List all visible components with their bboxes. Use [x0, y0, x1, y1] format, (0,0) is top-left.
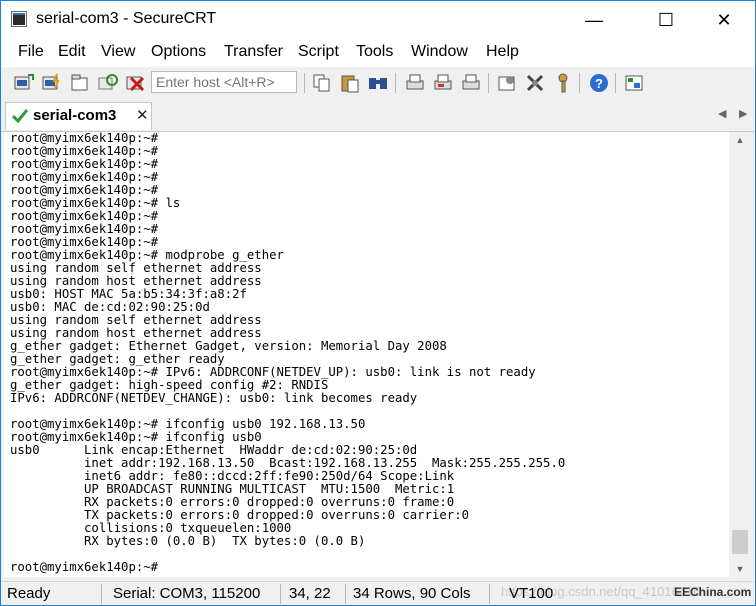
toolbar-divider: [304, 73, 305, 93]
menu-transfer[interactable]: Transfer: [224, 43, 283, 61]
menu-script[interactable]: Script: [298, 43, 339, 61]
toolbar-divider: [615, 73, 616, 93]
terminal-output[interactable]: root@myimx6ek140p:~# root@myimx6ek140p:~#…: [4, 132, 729, 577]
status-bar: Ready Serial: COM3, 115200 34, 22 34 Row…: [1, 581, 755, 605]
securecrt-app-icon: [11, 11, 27, 27]
connect-in-tab-icon[interactable]: [69, 72, 91, 94]
maximize-button[interactable]: ☐: [643, 1, 689, 39]
title-bar: serial-com3 - SecureCRT — ☐ ✕: [1, 1, 755, 39]
minimize-button[interactable]: —: [571, 1, 617, 39]
status-divider: [489, 584, 490, 604]
tab-scroll-left-icon[interactable]: ◀: [718, 107, 726, 120]
reconnect-icon[interactable]: [97, 72, 119, 94]
menu-file[interactable]: File: [18, 43, 44, 61]
status-divider: [345, 584, 346, 604]
print-icon[interactable]: [404, 72, 426, 94]
terminal-text: root@myimx6ek140p:~# root@myimx6ek140p:~#…: [10, 132, 565, 574]
menu-bar: File Edit View Options Transfer Script T…: [1, 39, 755, 67]
status-divider: [280, 584, 281, 604]
quick-connect-icon[interactable]: [41, 72, 63, 94]
status-divider: [101, 584, 102, 604]
svg-text:?: ?: [595, 76, 603, 91]
menu-options[interactable]: Options: [151, 43, 206, 61]
close-tab-icon[interactable]: ✕: [136, 106, 149, 124]
menu-edit[interactable]: Edit: [58, 43, 86, 61]
close-window-button[interactable]: ✕: [701, 1, 747, 39]
map-icon[interactable]: [623, 72, 645, 94]
securecrt-window: serial-com3 - SecureCRT — ☐ ✕ File Edit …: [0, 0, 756, 606]
terminal-line: IPv6: ADDRCONF(NETDEV_CHANGE): usb0: lin…: [10, 391, 418, 405]
copy-icon[interactable]: [311, 72, 333, 94]
menu-window[interactable]: Window: [411, 43, 468, 61]
print-setup-icon[interactable]: [460, 72, 482, 94]
status-size: 34 Rows, 90 Cols: [353, 585, 471, 602]
toolbar-divider: [488, 73, 489, 93]
toolbar-divider: [395, 73, 396, 93]
scroll-down-icon[interactable]: ▼: [730, 561, 750, 577]
menu-help[interactable]: Help: [486, 43, 519, 61]
paste-icon[interactable]: [339, 72, 361, 94]
connected-check-icon: [11, 108, 29, 129]
terminal-line: RX bytes:0 (0.0 B) TX bytes:0 (0.0 B): [10, 534, 366, 548]
toolbar: ?: [1, 67, 755, 100]
menu-tools[interactable]: Tools: [356, 43, 393, 61]
toolbar-divider: [579, 73, 580, 93]
enter-host-input[interactable]: [151, 71, 297, 93]
menu-view[interactable]: View: [101, 43, 135, 61]
key-manager-icon[interactable]: [552, 72, 574, 94]
tab-serial-com3[interactable]: serial-com3 ✕: [5, 102, 152, 130]
tab-scroll-right-icon[interactable]: ▶: [739, 107, 747, 120]
watermark-logo: EEChina.com: [674, 585, 752, 599]
terminal-line: root@myimx6ek140p:~#: [10, 560, 159, 574]
terminal-scrollbar[interactable]: ▲ ▼: [730, 132, 750, 577]
window-title: serial-com3 - SecureCRT: [36, 10, 217, 27]
scroll-up-icon[interactable]: ▲: [730, 132, 750, 148]
status-cursor-position: 34, 22: [289, 585, 331, 602]
tab-label: serial-com3: [33, 107, 117, 124]
status-connection: Serial: COM3, 115200: [113, 585, 261, 602]
scroll-thumb[interactable]: [732, 530, 748, 554]
disconnect-icon[interactable]: [125, 72, 147, 94]
global-options-icon[interactable]: [524, 72, 546, 94]
session-options-icon[interactable]: [496, 72, 518, 94]
connect-icon[interactable]: [13, 72, 35, 94]
session-tab-strip: serial-com3 ✕ ◀ ▶: [1, 99, 755, 132]
status-terminal-type: VT100: [509, 585, 554, 602]
print-selection-icon[interactable]: [432, 72, 454, 94]
help-icon[interactable]: ?: [588, 72, 610, 94]
status-ready: Ready: [7, 585, 51, 602]
find-icon[interactable]: [367, 72, 389, 94]
